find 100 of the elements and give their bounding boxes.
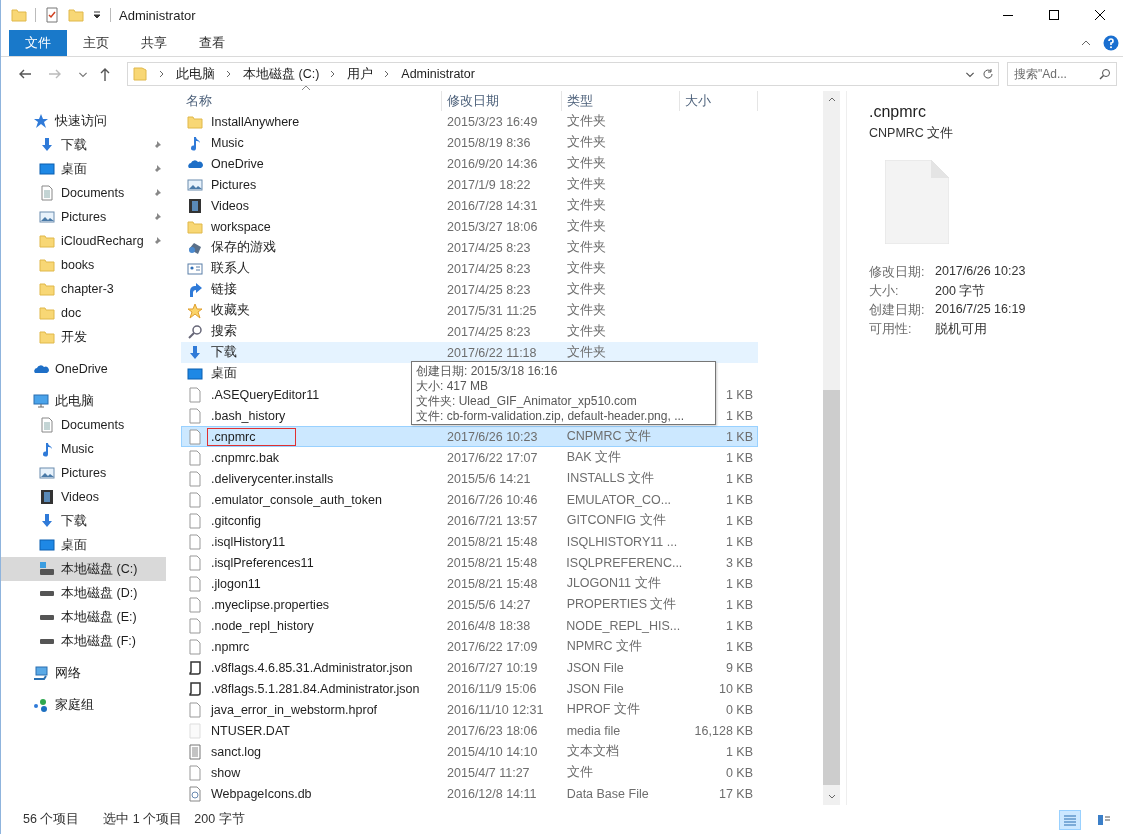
file-name: .v8flags.5.1.281.84.Administrator.json: [210, 680, 421, 698]
file-name: workspace: [210, 218, 272, 236]
modified-date: 2016/11/10 12:31: [447, 702, 544, 717]
file-name: WebpageIcons.db: [210, 785, 313, 803]
modified-date: 2016/7/27 10:19: [447, 660, 538, 675]
tooltip-line: 创建日期: 2015/3/18 16:16: [416, 364, 559, 379]
file-type: JSON File: [566, 660, 624, 675]
modified-date: 2015/8/21 15:48: [447, 576, 538, 591]
modified-date: 2015/5/6 14:21: [447, 471, 531, 486]
modified-date: 2015/5/6 14:27: [447, 597, 531, 612]
file-name: .isqlHistory11: [210, 533, 287, 551]
file-name: java_error_in_webstorm.hprof: [209, 701, 379, 719]
modified-date: 2017/4/25 8:23: [447, 261, 531, 276]
modified-date: 2017/6/26 10:23: [447, 429, 538, 444]
file-type: 文件夹: [566, 344, 606, 361]
file-type: 文件夹: [566, 281, 606, 298]
file-size: 0 KB: [725, 702, 753, 717]
file-name: 下载: [210, 344, 238, 361]
file-size: 1 KB: [725, 450, 753, 465]
file-name: .jlogon11: [210, 575, 262, 593]
selection-count: 选中 1 个项目: [103, 811, 183, 828]
file-type: 文件夹: [566, 197, 606, 214]
tooltip-line: 文件夹: Ulead_GIF_Animator_xp510.com: [416, 394, 638, 409]
window-title: Administrator: [119, 7, 196, 23]
modified-date: 2015/4/10 14:10: [447, 744, 538, 759]
modified-date: 2016/7/21 13:57: [447, 513, 538, 528]
file-name: OneDrive: [210, 155, 265, 173]
file-type: NPMRC 文件: [566, 638, 642, 655]
property-label: 大小:: [869, 283, 900, 300]
file-name: .bash_history: [210, 407, 287, 425]
file-type: BAK 文件: [566, 449, 622, 466]
file-size: 9 KB: [725, 660, 753, 675]
modified-date: 2016/7/26 10:46: [447, 492, 538, 507]
file-size: 1 KB: [725, 534, 753, 549]
file-name: 收藏夹: [210, 302, 251, 319]
file-type: 文件夹: [566, 155, 606, 172]
modified-date: 2015/4/7 11:27: [447, 765, 530, 780]
property-label: 修改日期:: [869, 264, 926, 281]
file-type: 文件夹: [566, 239, 606, 256]
file-type: JLOGON11 文件: [566, 575, 661, 592]
file-type: Data Base File: [566, 786, 649, 801]
modified-date: 2016/4/8 18:38: [446, 618, 531, 633]
file-name: show: [210, 764, 242, 782]
property-value: 脱机可用: [935, 321, 988, 338]
file-type: JSON File: [566, 681, 624, 696]
file-type: EMULATOR_CO...: [566, 492, 672, 507]
modified-date: 2017/6/22 17:09: [447, 639, 538, 654]
modified-date: 2015/8/21 15:48: [447, 534, 538, 549]
file-size: 10 KB: [718, 681, 753, 696]
file-type: ISQLHISTORY11 ...: [566, 534, 678, 549]
modified-date: 2017/6/23 18:06: [447, 723, 538, 738]
file-size: 1 KB: [725, 576, 753, 591]
file-type: 文本文档: [566, 743, 619, 760]
file-name: .isqlPreferences11: [210, 554, 315, 572]
file-name: InstallAnywhere: [210, 113, 301, 131]
file-size: 1 KB: [725, 492, 753, 507]
tooltip-line: 文件: cb-form-validation.zip, default-header.png, ...: [416, 409, 686, 424]
file-type: GITCONFIG 文件: [566, 512, 666, 529]
file-name: .gitconfig: [210, 512, 263, 530]
modified-date: 2015/3/27 18:06: [447, 219, 538, 234]
file-size: 1 KB: [725, 639, 753, 654]
file-type: ISQLPREFERENC...: [566, 555, 683, 570]
file-name: .myeclipse.properties: [210, 596, 331, 614]
preview-file-name: .cnpmrc: [869, 103, 927, 121]
preview-file-type: CNPMRC 文件: [869, 125, 955, 142]
file-type: 文件夹: [566, 134, 606, 151]
modified-date: 2017/5/31 11:25: [447, 303, 537, 318]
file-size: 1 KB: [725, 597, 753, 612]
file-size: 1 KB: [725, 429, 753, 444]
modified-date: 2015/3/23 16:49: [447, 114, 538, 129]
file-name: .deliverycenter.installs: [210, 470, 335, 488]
file-name: 搜索: [210, 323, 238, 340]
file-name: 链接: [210, 281, 238, 298]
file-type: 文件夹: [566, 176, 606, 193]
file-name: Pictures: [210, 176, 258, 194]
modified-date: 2017/6/22 17:07: [447, 450, 538, 465]
modified-date: 2017/4/25 8:23: [447, 282, 531, 297]
file-name: .cnpmrc.bak: [210, 449, 281, 467]
file-name: .emulator_console_auth_token: [210, 491, 383, 509]
file-size: 1 KB: [725, 744, 753, 759]
file-name: .npmrc: [210, 638, 251, 656]
file-type: 文件夹: [566, 323, 606, 340]
modified-date: 2017/1/9 18:22: [447, 177, 531, 192]
file-type: HPROF 文件: [566, 701, 640, 718]
file-name: .node_repl_history: [210, 617, 315, 635]
file-name: 联系人: [210, 260, 251, 277]
file-type: media file: [566, 723, 621, 738]
file-size: 3 KB: [725, 555, 753, 570]
property-value: 200 字节: [935, 283, 987, 300]
item-count: 56 个项目: [23, 811, 80, 828]
file-type: 文件夹: [566, 302, 606, 319]
property-label: 可用性:: [869, 321, 913, 338]
file-size: 1 KB: [725, 471, 753, 486]
property-value: 2017/6/26 10:23: [935, 264, 1027, 280]
modified-date: 2017/4/25 8:23: [447, 324, 531, 339]
file-name: .ASEQueryEditor11: [210, 386, 321, 404]
file-size: 0 KB: [725, 765, 753, 780]
file-name: 保存的游戏: [210, 239, 277, 256]
file-name: Music: [210, 134, 245, 152]
file-size: 1 KB: [725, 408, 753, 423]
